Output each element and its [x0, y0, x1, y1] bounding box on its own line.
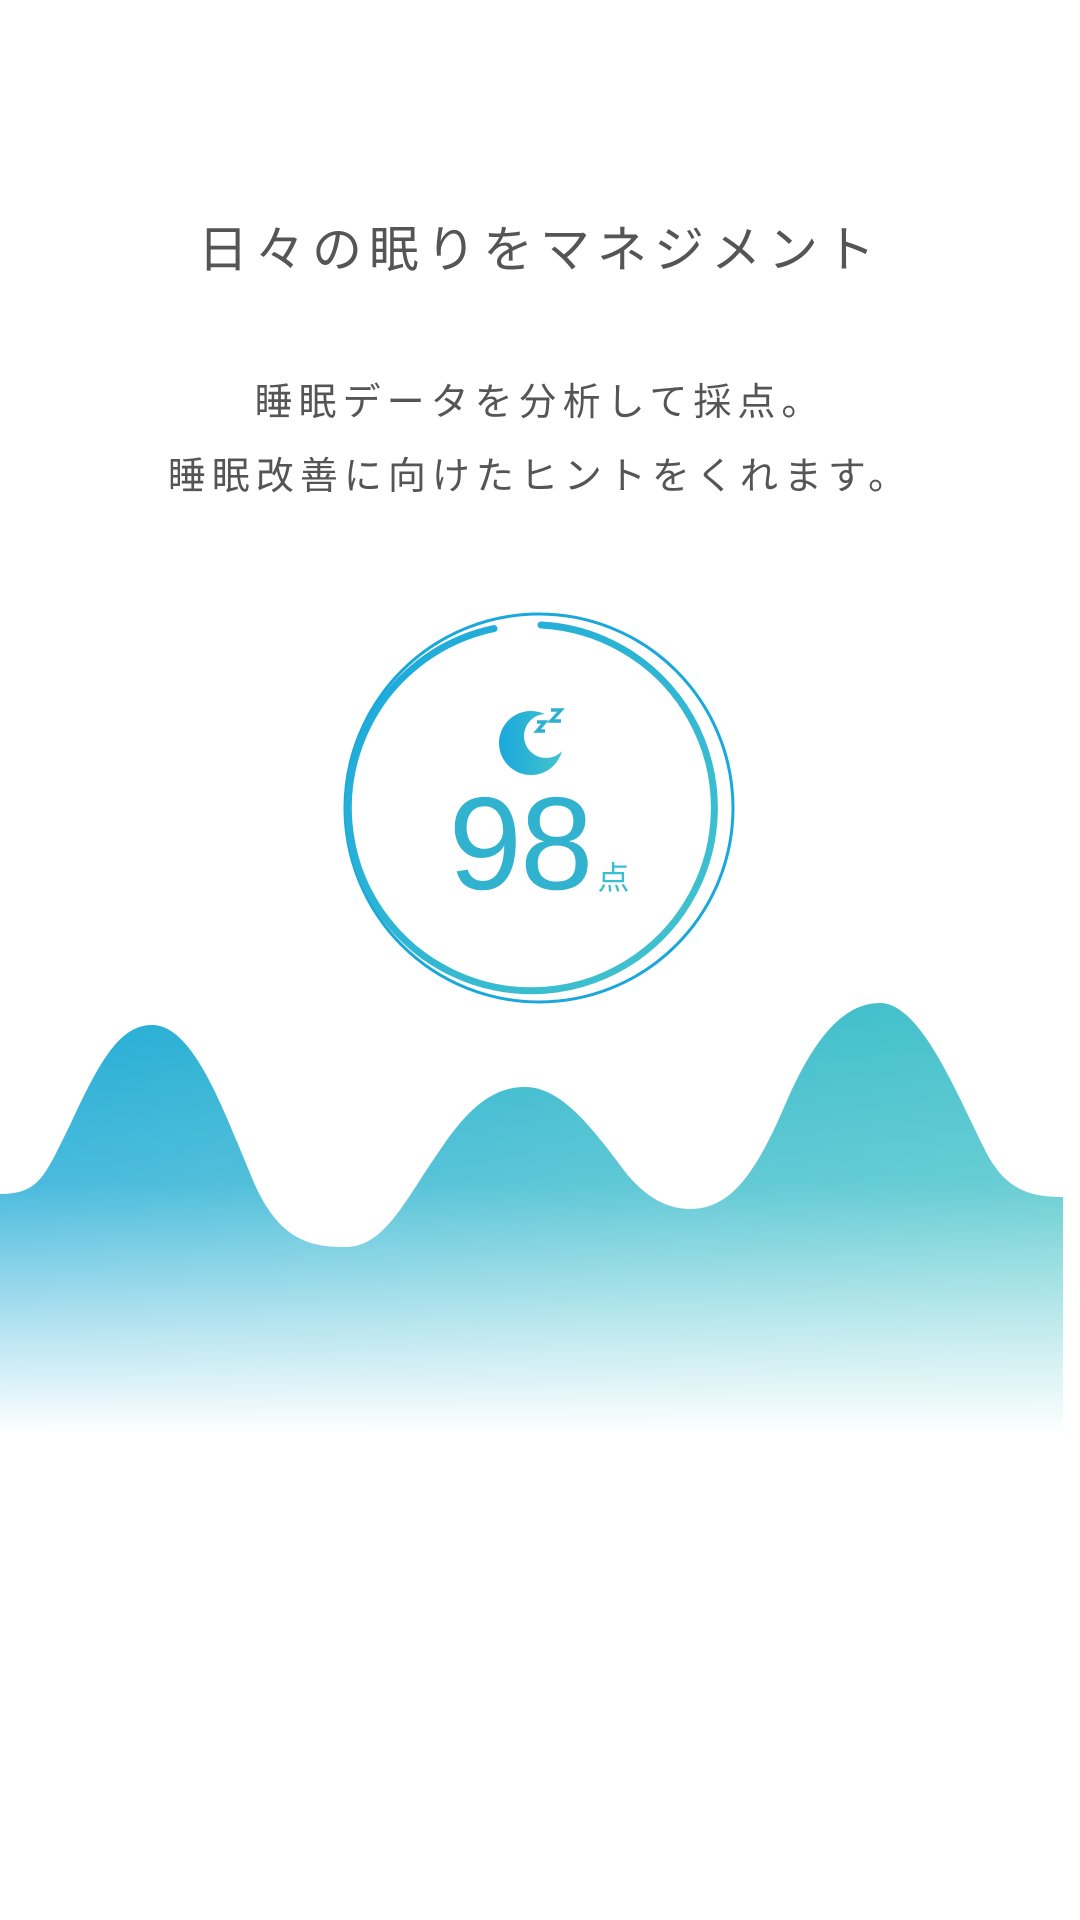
score-unit: 点: [597, 859, 630, 897]
description-line-1: 睡眠データを分析して採点。: [254, 380, 826, 424]
description-line-2: 睡眠改善に向けたヒントをくれます。: [167, 454, 913, 498]
feature-description: 睡眠データを分析して採点。 睡眠改善に向けたヒントをくれます。: [0, 365, 1080, 513]
score-readout: 98 点: [339, 778, 739, 910]
page-headline: 日々の眠りをマネジメント: [198, 221, 882, 279]
sleep-score-gauge: 98 点: [339, 608, 739, 1008]
sleep-wave-graphic: [0, 1003, 1063, 1435]
score-number: 98: [448, 770, 594, 917]
moon-zzz-icon: [499, 708, 565, 775]
